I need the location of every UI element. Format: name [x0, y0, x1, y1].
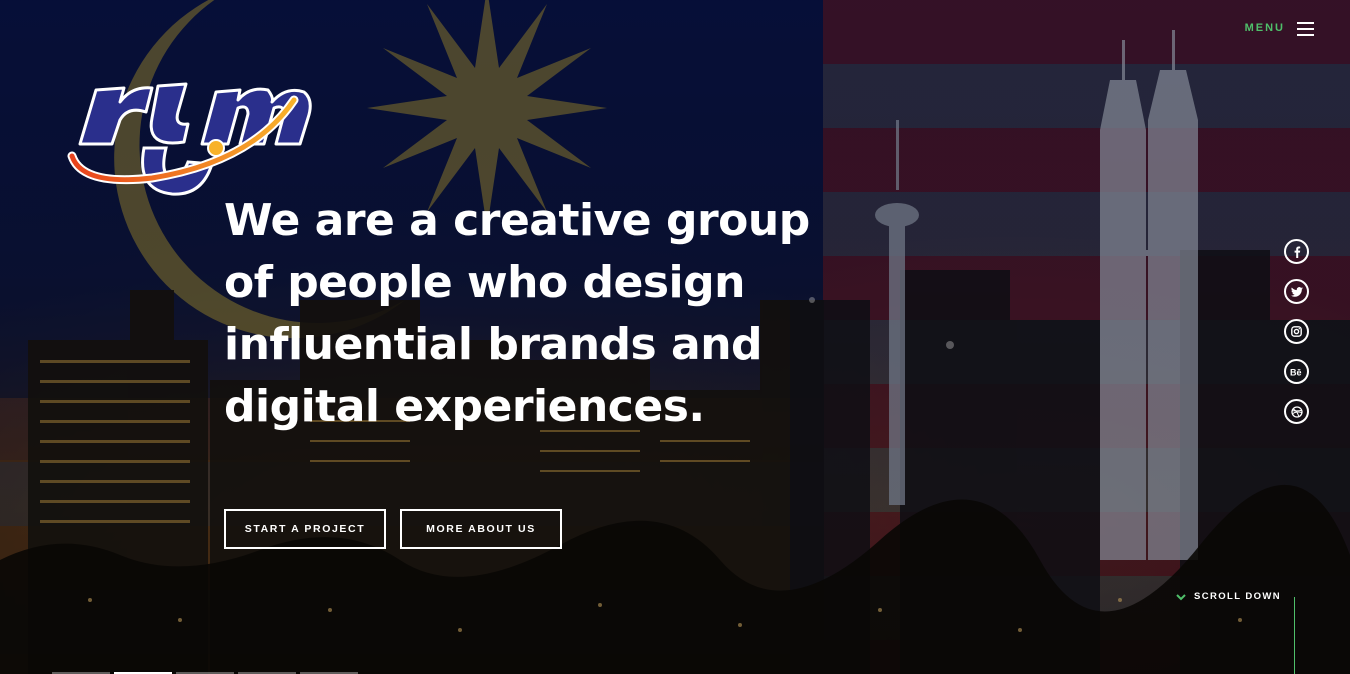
behance-icon: Bē	[1290, 367, 1302, 376]
start-project-button[interactable]: START A PROJECT	[224, 509, 386, 549]
facebook-icon	[1294, 246, 1300, 258]
chevron-down-icon	[1176, 593, 1186, 600]
headline-line-2: of people who design	[224, 257, 745, 308]
more-about-us-button[interactable]: MORE ABOUT US	[400, 509, 562, 549]
headline-line-1: We are a creative group	[224, 195, 810, 246]
headline-line-3: influential brands and	[224, 319, 763, 370]
scroll-down-label: SCROLL DOWN	[1194, 591, 1281, 602]
behance-link[interactable]: Bē	[1284, 359, 1309, 384]
instagram-icon	[1291, 326, 1302, 337]
menu-label: MENU	[1244, 22, 1285, 34]
hero-section: MENU We are a creative group of people w…	[0, 0, 1350, 674]
hero-headline: We are a creative group of people who de…	[224, 190, 824, 438]
rtm-logo	[67, 82, 312, 196]
scroll-indicator-line	[1294, 597, 1295, 674]
svg-text:Bē: Bē	[1290, 367, 1302, 376]
instagram-link[interactable]	[1284, 319, 1309, 344]
headline-line-4: digital experiences.	[224, 381, 705, 432]
scroll-down-link[interactable]: SCROLL DOWN	[1176, 591, 1281, 602]
hamburger-icon[interactable]	[1297, 20, 1314, 36]
twitter-link[interactable]	[1284, 279, 1309, 304]
twitter-icon	[1290, 286, 1303, 297]
dribbble-icon	[1290, 405, 1303, 418]
social-links: Bē	[1284, 239, 1309, 439]
facebook-link[interactable]	[1284, 239, 1309, 264]
menu-toggle[interactable]: MENU	[1245, 20, 1314, 36]
dribbble-link[interactable]	[1284, 399, 1309, 424]
